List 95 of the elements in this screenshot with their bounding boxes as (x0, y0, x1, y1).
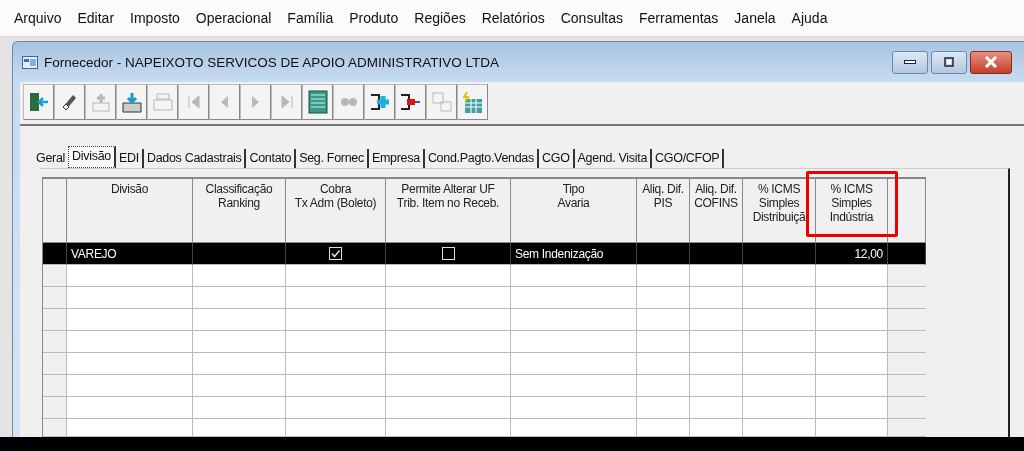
table-cell (888, 375, 926, 397)
table-cell (690, 397, 743, 419)
column-header[interactable]: Aliq. Dif. PIS (637, 179, 690, 243)
restore-icon (944, 57, 954, 67)
table-cell (637, 331, 690, 353)
list-icon (307, 90, 328, 114)
restore-button[interactable] (931, 50, 967, 74)
remove-button[interactable] (395, 84, 426, 120)
menu-item[interactable]: Editar (69, 10, 123, 26)
menu-item[interactable]: Consultas (552, 10, 631, 26)
table-cell (690, 375, 743, 397)
previous-icon (220, 95, 229, 109)
table-cell (888, 243, 926, 265)
door-arrow-icon (28, 92, 49, 112)
exit-button[interactable] (23, 84, 54, 120)
table-cell (637, 309, 690, 331)
table-cell (888, 331, 926, 353)
menu-item[interactable]: Regiões (406, 10, 474, 26)
table-cell (637, 397, 690, 419)
app-icon (22, 55, 38, 69)
table-cell (637, 353, 690, 375)
column-header[interactable]: Permite Alterar UF Trib. Item no Receb. (386, 179, 511, 243)
insert-row-icon (369, 94, 390, 110)
table-cell (637, 419, 690, 437)
menu-item[interactable]: Ajuda (783, 10, 836, 26)
table-cell (816, 353, 888, 375)
table-cell (690, 265, 743, 287)
menu-item[interactable]: Ferramentas (631, 10, 727, 26)
table-cell (637, 375, 690, 397)
import-button[interactable] (116, 84, 147, 120)
next-icon (251, 95, 260, 109)
table-cell (888, 265, 926, 287)
last-icon (280, 95, 293, 109)
column-header[interactable]: Tipo Avaria (511, 179, 637, 243)
folder-down-arrow-icon (121, 91, 142, 113)
column-header[interactable]: % ICMS Simples Indústria (816, 179, 888, 243)
table-cell (637, 287, 690, 309)
table-cell (888, 353, 926, 375)
menu-item[interactable]: Janela (726, 10, 784, 26)
insert-button[interactable] (364, 84, 395, 120)
column-header[interactable]: % ICMS Simples Distribuiçã (743, 179, 816, 243)
close-button[interactable] (970, 50, 1012, 74)
tab[interactable]: Agend. Visita (574, 149, 653, 168)
table-cell (637, 265, 690, 287)
table-cell (816, 397, 888, 419)
menu-item[interactable]: Arquivo (6, 10, 70, 26)
table-cell (816, 419, 888, 437)
column-header[interactable]: Divisão (67, 179, 193, 243)
column-header[interactable]: Aliq. Dif. COFINS (690, 179, 743, 243)
column-header[interactable]: Classificação Ranking (193, 179, 286, 243)
first-icon (187, 95, 200, 109)
table-cell (690, 309, 743, 331)
table-cell (888, 287, 926, 309)
table-cell (690, 353, 743, 375)
tab[interactable]: Divisão (68, 146, 116, 168)
list-button[interactable] (302, 84, 333, 120)
minimize-button[interactable] (892, 50, 928, 74)
table-cell (816, 331, 888, 353)
table-cell (816, 375, 888, 397)
table-cell (690, 287, 743, 309)
add-icon (91, 92, 110, 112)
window-title: Fornecedor - NAPEIXOTO SERVICOS DE APOIO ADMINISTRATIVO LTDA (44, 54, 501, 70)
table-cell: VAREJO (67, 243, 193, 265)
table-cell (816, 309, 888, 331)
grid-button[interactable] (457, 84, 488, 120)
tab[interactable]: CGO/CFOP (652, 149, 725, 168)
table-cell (690, 419, 743, 437)
remove-row-icon (400, 94, 421, 110)
tab[interactable]: Seg. Fornec (296, 149, 369, 168)
menu-item[interactable]: Família (279, 10, 342, 26)
eraser-button[interactable] (54, 84, 85, 120)
grid-lightning-icon (462, 90, 483, 114)
minimize-icon (904, 59, 916, 65)
table-cell (888, 397, 926, 419)
menu-item[interactable]: Relatórios (473, 10, 553, 26)
table-cell (637, 243, 690, 265)
checkbox[interactable] (329, 247, 342, 260)
table-cell (690, 331, 743, 353)
table-cell (816, 287, 888, 309)
menu-item[interactable]: Operacional (187, 10, 280, 26)
table-cell (690, 243, 743, 265)
copy-grid-icon (431, 92, 452, 112)
checkbox[interactable] (441, 247, 455, 260)
menu-item[interactable]: Produto (341, 10, 407, 26)
folder-icon (152, 93, 173, 111)
eraser-icon (62, 93, 77, 111)
table-cell: Sem Indenização (511, 243, 637, 265)
table-cell (816, 265, 888, 287)
menu-item[interactable]: Imposto (122, 10, 188, 26)
table-cell (888, 309, 926, 331)
row-header[interactable] (43, 243, 67, 265)
tab[interactable]: CGO (539, 149, 575, 168)
close-icon (985, 56, 997, 68)
table-cell: 12,00 (816, 243, 888, 265)
column-header[interactable]: Cobra Tx Adm (Boleto) (286, 179, 386, 243)
